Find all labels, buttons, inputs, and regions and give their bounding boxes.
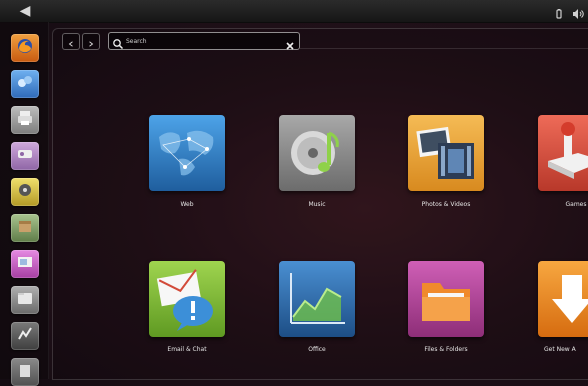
clear-icon[interactable] xyxy=(285,36,295,50)
tile-label-photos-videos: Photos & Videos xyxy=(421,201,471,208)
forward-button[interactable] xyxy=(82,33,100,50)
download-icon xyxy=(538,261,588,337)
tile-label-games: Games xyxy=(565,201,587,208)
launcher-item-files[interactable] xyxy=(11,286,39,314)
launcher-item-firefox[interactable] xyxy=(11,34,39,62)
launcher-item-settings[interactable] xyxy=(11,142,39,170)
launcher-item-system-monitor[interactable] xyxy=(11,322,39,350)
launcher-item-package[interactable] xyxy=(11,214,39,242)
games-icon xyxy=(538,115,588,191)
settings-icon xyxy=(15,144,35,168)
email-chat-icon xyxy=(149,261,225,337)
web-icon xyxy=(149,115,225,191)
chevron-right-icon xyxy=(88,32,94,51)
trash-icon xyxy=(15,360,35,384)
printer-icon xyxy=(15,108,35,132)
tile-label-music: Music xyxy=(308,201,326,208)
top-panel: ◀ xyxy=(0,0,588,23)
tile-label-web: Web xyxy=(180,201,194,208)
photos-icon xyxy=(15,252,35,276)
files-icon xyxy=(15,288,35,312)
tile-label-office: Office xyxy=(308,346,326,353)
tile-label-get-new-apps: Get New A xyxy=(544,346,576,353)
music-icon xyxy=(279,115,355,191)
system-monitor-icon xyxy=(15,324,35,348)
music-player-icon xyxy=(15,180,35,204)
chevron-left-icon xyxy=(68,32,74,51)
indicator-area xyxy=(554,0,584,22)
volume-icon[interactable] xyxy=(572,5,584,19)
firefox-icon xyxy=(15,36,35,60)
launcher-item-photos[interactable] xyxy=(11,250,39,278)
launcher-item-music-player[interactable] xyxy=(11,178,39,206)
search-input[interactable] xyxy=(124,34,285,48)
search-icon xyxy=(112,35,124,50)
launcher-item-chat[interactable] xyxy=(11,70,39,98)
back-arrow-icon: ◀ xyxy=(19,3,31,19)
launcher-item-printer[interactable] xyxy=(11,106,39,134)
photos-videos-icon xyxy=(408,115,484,191)
office-icon xyxy=(279,261,355,337)
files-folders-icon xyxy=(408,261,484,337)
home-button[interactable]: ◀ xyxy=(0,0,50,22)
search-bar-divider xyxy=(300,48,588,49)
launcher-item-trash[interactable] xyxy=(11,358,39,386)
tile-label-files-folders: Files & Folders xyxy=(424,346,468,353)
search-box[interactable] xyxy=(108,32,300,50)
launcher xyxy=(0,22,49,386)
battery-icon[interactable] xyxy=(554,5,564,19)
tile-label-email-chat: Email & Chat xyxy=(167,346,207,353)
chat-icon xyxy=(15,72,35,96)
package-icon xyxy=(15,216,35,240)
back-button[interactable] xyxy=(62,33,80,50)
